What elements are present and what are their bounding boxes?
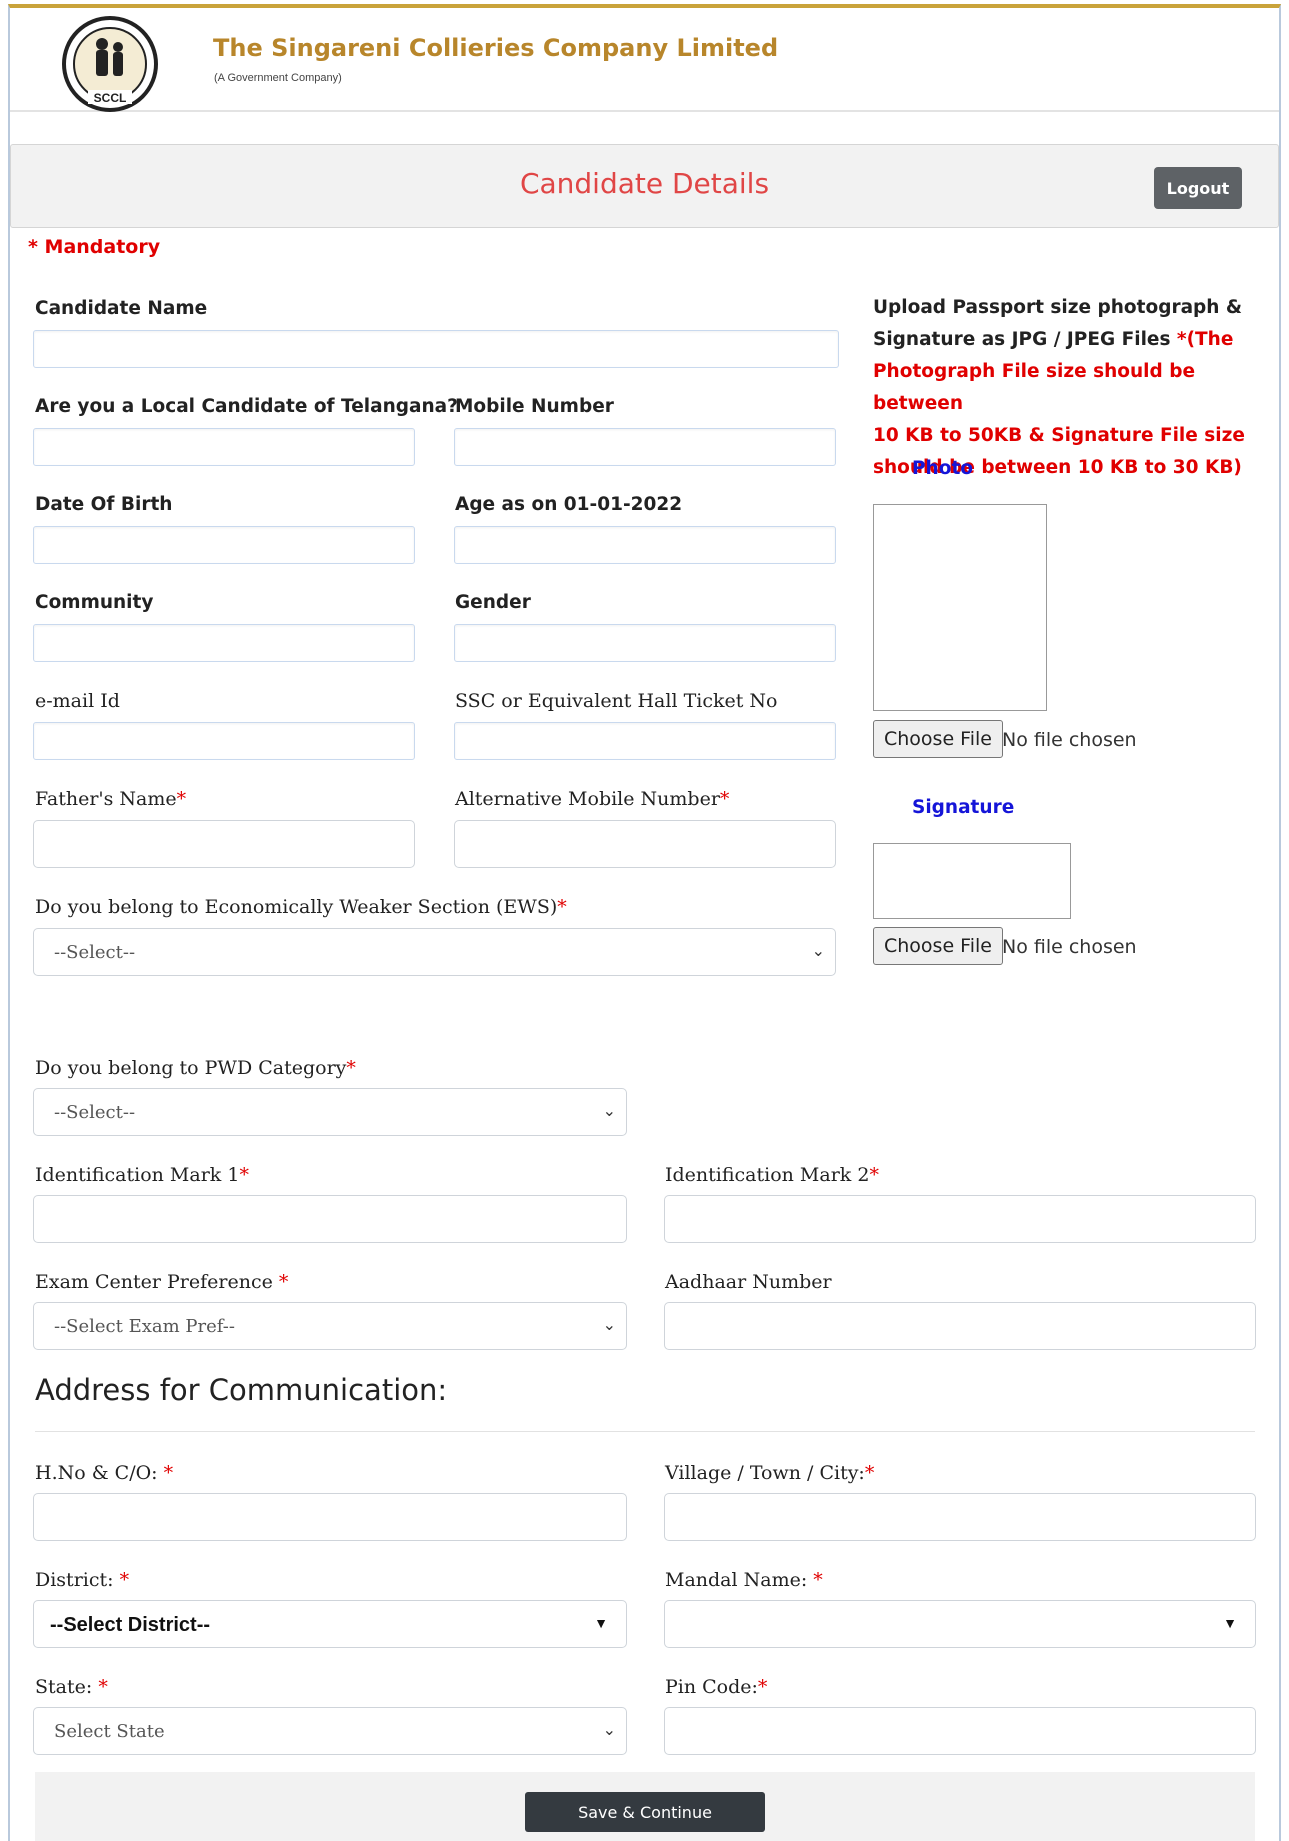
- community-label: Community: [35, 592, 154, 613]
- mobile-number-label: Mobile Number: [455, 396, 614, 417]
- email-input[interactable]: [33, 722, 415, 760]
- dob-label: Date Of Birth: [35, 494, 173, 515]
- pincode-label: Pin Code:*: [665, 1676, 768, 1698]
- signature-choose-file-button[interactable]: Choose File: [873, 927, 1003, 965]
- age-input[interactable]: [454, 526, 836, 564]
- company-name: The Singareni Collieries Company Limited: [213, 34, 779, 62]
- pincode-input[interactable]: [664, 1707, 1256, 1755]
- district-label: District: *: [35, 1569, 130, 1591]
- village-input[interactable]: [664, 1493, 1256, 1541]
- dob-input[interactable]: [33, 526, 415, 564]
- site-header: SCCL The Singareni Collieries Company Li…: [10, 8, 1279, 112]
- id-mark2-label: Identification Mark 2*: [665, 1164, 879, 1186]
- photo-choose-file-button[interactable]: Choose File: [873, 720, 1003, 758]
- mobile-number-input[interactable]: [454, 428, 836, 466]
- photo-file-status: No file chosen: [1002, 729, 1137, 751]
- sccl-logo: SCCL: [62, 16, 158, 112]
- ews-select-value: --Select--: [54, 942, 136, 963]
- fathers-name-input[interactable]: [33, 820, 415, 868]
- id-mark2-input[interactable]: [664, 1195, 1256, 1243]
- gender-label: Gender: [455, 592, 531, 613]
- exam-center-select-value: --Select Exam Pref--: [54, 1316, 235, 1337]
- title-bar: Candidate Details Logout: [10, 144, 1279, 228]
- age-label: Age as on 01-01-2022: [455, 494, 683, 515]
- save-continue-button[interactable]: Save & Continue: [525, 1792, 765, 1832]
- local-candidate-input[interactable]: [33, 428, 415, 466]
- mandal-label: Mandal Name: *: [665, 1569, 823, 1591]
- state-label: State: *: [35, 1676, 108, 1698]
- email-label: e-mail Id: [35, 690, 120, 712]
- page-title: Candidate Details: [519, 167, 770, 200]
- district-select-value: --Select District--: [50, 1614, 211, 1636]
- community-input[interactable]: [33, 624, 415, 662]
- caret-down-icon: ▼: [594, 1615, 608, 1631]
- chevron-down-icon: ⌄: [602, 1103, 616, 1120]
- id-mark1-label: Identification Mark 1*: [35, 1164, 249, 1186]
- chevron-down-icon: ⌄: [602, 1317, 616, 1334]
- pwd-label: Do you belong to PWD Category*: [35, 1057, 356, 1079]
- chevron-down-icon: ⌄: [602, 1722, 616, 1739]
- caret-down-icon: ▼: [1223, 1615, 1237, 1631]
- section-divider: [35, 1431, 1255, 1432]
- gender-input[interactable]: [454, 624, 836, 662]
- village-label: Village / Town / City:*: [665, 1462, 875, 1484]
- pwd-select-value: --Select--: [54, 1102, 136, 1123]
- id-mark1-input[interactable]: [33, 1195, 627, 1243]
- ews-label: Do you belong to Economically Weaker Sec…: [35, 896, 567, 918]
- photo-label: Photo: [912, 458, 973, 479]
- photo-preview: [873, 504, 1047, 711]
- company-subtitle: (A Government Company): [214, 72, 342, 84]
- hno-label: H.No & C/O: *: [35, 1462, 174, 1484]
- svg-text:SCCL: SCCL: [94, 91, 127, 105]
- pwd-select[interactable]: --Select-- ⌄: [33, 1088, 627, 1136]
- district-select[interactable]: --Select District-- ▼: [33, 1600, 627, 1648]
- upload-instructions: Upload Passport size photograph & Signat…: [873, 297, 1245, 478]
- alt-mobile-input[interactable]: [454, 820, 836, 868]
- mandal-select[interactable]: ▼: [664, 1600, 1256, 1648]
- signature-label: Signature: [912, 797, 1015, 818]
- ssc-hall-ticket-label: SSC or Equivalent Hall Ticket No: [455, 690, 778, 712]
- candidate-name-input[interactable]: [33, 330, 839, 368]
- candidate-name-label: Candidate Name: [35, 298, 208, 319]
- exam-center-select[interactable]: --Select Exam Pref-- ⌄: [33, 1302, 627, 1350]
- state-select-value: Select State: [54, 1721, 165, 1742]
- logout-button[interactable]: Logout: [1154, 167, 1242, 209]
- aadhaar-label: Aadhaar Number: [665, 1271, 832, 1293]
- signature-preview: [873, 843, 1071, 919]
- mandatory-note: * Mandatory: [28, 236, 161, 258]
- address-heading: Address for Communication:: [35, 1373, 448, 1407]
- alt-mobile-label: Alternative Mobile Number*: [455, 788, 730, 810]
- page-frame: [8, 4, 1281, 1841]
- local-candidate-label: Are you a Local Candidate of Telangana?: [35, 396, 458, 417]
- aadhaar-input[interactable]: [664, 1302, 1256, 1350]
- signature-file-status: No file chosen: [1002, 936, 1137, 958]
- state-select[interactable]: Select State ⌄: [33, 1707, 627, 1755]
- chevron-down-icon: ⌄: [811, 943, 825, 960]
- fathers-name-label: Father's Name*: [35, 788, 187, 810]
- exam-center-label: Exam Center Preference *: [35, 1271, 289, 1293]
- ews-select[interactable]: --Select-- ⌄: [33, 928, 836, 976]
- hno-input[interactable]: [33, 1493, 627, 1541]
- ssc-hall-ticket-input[interactable]: [454, 722, 836, 760]
